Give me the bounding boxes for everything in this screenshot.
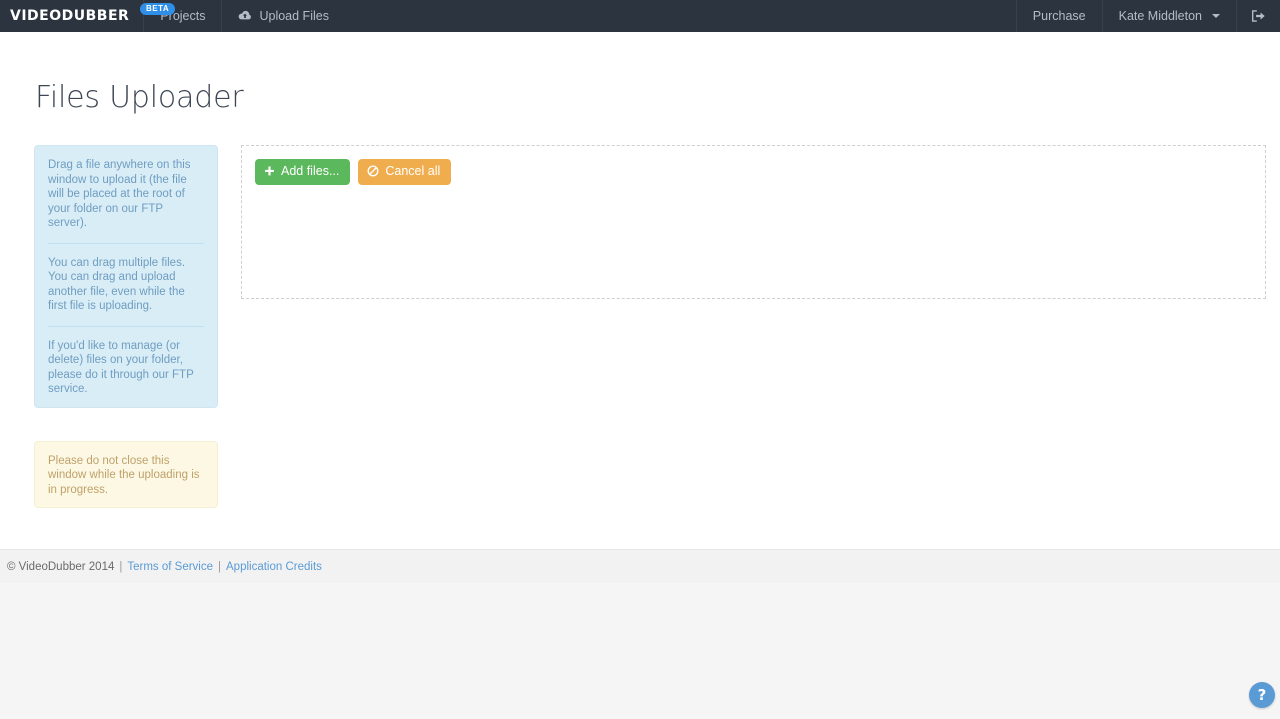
question-mark-icon: ? xyxy=(1257,686,1267,704)
page-background-area xyxy=(0,583,1280,718)
top-navbar: VIDEODUBBER BETA Projects Upload Files P… xyxy=(0,0,1280,32)
brand-logo[interactable]: VIDEODUBBER BETA xyxy=(0,0,176,32)
warning-panel: Please do not close this window while th… xyxy=(34,440,218,508)
footer-link-terms-of-service[interactable]: Terms of Service xyxy=(127,561,213,573)
nav-item-upload-files[interactable]: Upload Files xyxy=(221,0,344,32)
dropzone-button-row: Add files... Cancel all xyxy=(255,159,1252,185)
user-menu-label: Kate Middleton xyxy=(1118,9,1202,23)
main-content: Drag a file anywhere on this window to u… xyxy=(0,115,1280,508)
navbar-left-group: VIDEODUBBER BETA Projects Upload Files xyxy=(0,0,345,32)
sidebar-panels: Drag a file anywhere on this window to u… xyxy=(34,145,218,508)
sign-out-icon xyxy=(1251,9,1266,23)
footer-separator-2: | xyxy=(218,560,222,573)
warning-panel-text: Please do not close this window while th… xyxy=(48,454,200,496)
info-panel-paragraph-1: Drag a file anywhere on this window to u… xyxy=(48,159,191,229)
beta-badge: BETA xyxy=(140,3,176,15)
footer-separator-1: | xyxy=(119,560,123,573)
info-panel-paragraph-3: If you'd like to manage (or delete) file… xyxy=(48,339,194,396)
cancel-all-label: Cancel all xyxy=(385,164,441,178)
nav-item-user-menu[interactable]: Kate Middleton xyxy=(1101,0,1236,32)
brand-logo-text: VIDEODUBBER xyxy=(10,8,130,24)
file-dropzone[interactable]: Add files... Cancel all xyxy=(241,145,1266,299)
cloud-upload-icon xyxy=(238,10,252,22)
page-footer: © VideoDubber 2014 | Terms of Service | … xyxy=(0,549,1280,583)
nav-item-purchase[interactable]: Purchase xyxy=(1015,0,1102,32)
ban-icon xyxy=(367,165,379,177)
logout-button[interactable] xyxy=(1236,0,1280,32)
footer-copyright: © VideoDubber 2014 xyxy=(7,560,115,573)
add-files-button[interactable]: Add files... xyxy=(255,159,351,185)
chevron-down-icon xyxy=(1212,14,1220,18)
page-body: Files Uploader Drag a file anywhere on t… xyxy=(0,32,1280,549)
add-files-label: Add files... xyxy=(281,164,340,178)
help-button[interactable]: ? xyxy=(1249,682,1275,708)
footer-link-application-credits[interactable]: Application Credits xyxy=(226,561,322,573)
nav-item-upload-files-label: Upload Files xyxy=(259,9,329,23)
navbar-right-group: Purchase Kate Middleton xyxy=(1015,0,1280,32)
info-panel-paragraph-2: You can drag multiple files. You can dra… xyxy=(48,256,186,313)
plus-icon xyxy=(264,166,275,177)
nav-item-purchase-label: Purchase xyxy=(1032,9,1086,23)
info-panel-divider-2 xyxy=(48,325,204,327)
page-title: Files Uploader xyxy=(35,80,244,115)
info-panel: Drag a file anywhere on this window to u… xyxy=(34,145,218,408)
cancel-all-button[interactable]: Cancel all xyxy=(358,159,452,185)
info-panel-divider-1 xyxy=(48,242,204,244)
